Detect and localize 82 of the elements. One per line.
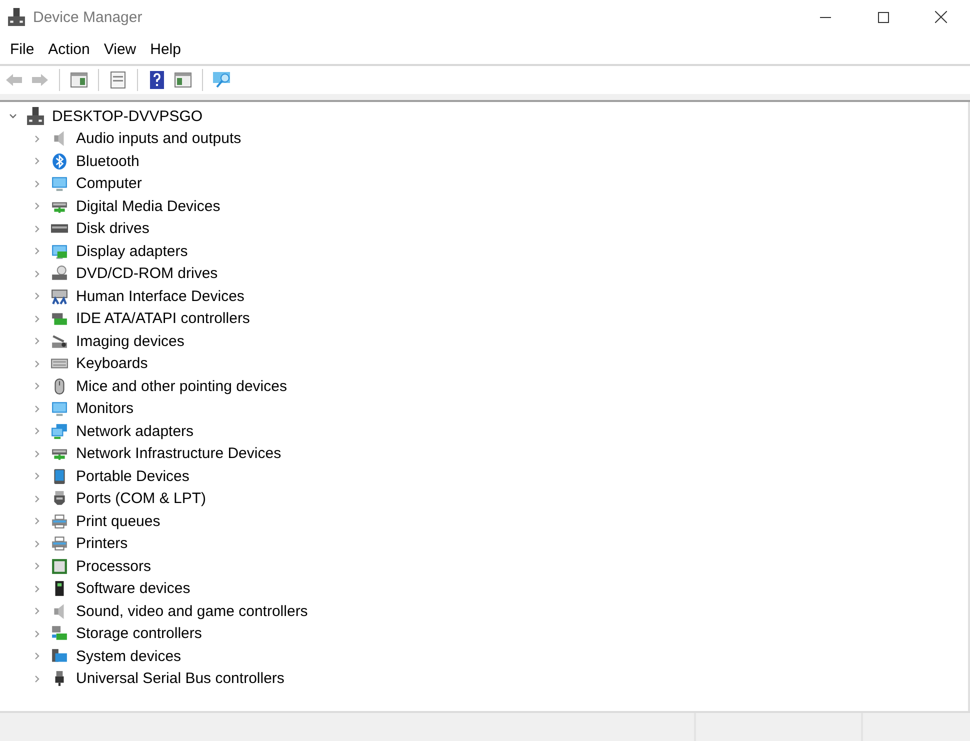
- minimize-icon: [820, 16, 830, 18]
- expand-chevron-icon[interactable]: [32, 516, 42, 526]
- tree-item[interactable]: Keyboards: [76, 355, 148, 372]
- display-adapter-icon: [51, 242, 68, 260]
- expand-chevron-icon[interactable]: [32, 336, 42, 346]
- expand-chevron-icon[interactable]: [32, 674, 42, 684]
- menu-item[interactable]: View: [96, 36, 144, 62]
- tree-item[interactable]: DESKTOP-DVVPSGO: [52, 108, 203, 125]
- expand-chevron-icon[interactable]: [32, 134, 42, 144]
- printer-icon: [51, 535, 68, 552]
- tree-item[interactable]: Audio inputs and outputs: [76, 130, 242, 148]
- port-connector-icon: [51, 490, 68, 508]
- tree-item[interactable]: Imaging devices: [76, 332, 184, 350]
- disc-drive-icon: [51, 265, 68, 282]
- expand-chevron-icon[interactable]: [32, 201, 42, 212]
- pane-toggle-icon: [173, 70, 193, 90]
- expand-chevron-icon[interactable]: [32, 246, 42, 256]
- expand-chevron-icon[interactable]: [32, 291, 42, 302]
- maximize-icon: [878, 12, 888, 22]
- tree-item[interactable]: Print queues: [76, 512, 160, 530]
- circuit-card-icon: [51, 310, 68, 328]
- expand-chevron-icon[interactable]: [32, 404, 42, 414]
- tree-item[interactable]: Printers: [76, 535, 128, 552]
- tree-item[interactable]: Portable Devices: [76, 468, 190, 485]
- close-icon: [935, 11, 947, 23]
- tree-item[interactable]: Mice and other pointing devices: [76, 378, 287, 395]
- tree-item[interactable]: Bluetooth: [76, 152, 140, 170]
- tree-item[interactable]: IDE ATA/ATAPI controllers: [76, 310, 250, 328]
- tree-item[interactable]: Computer: [76, 175, 142, 192]
- storage-controller-icon: [51, 625, 68, 642]
- tree-item[interactable]: Disk drives: [76, 220, 150, 238]
- tree-item[interactable]: Ports (COM & LPT): [76, 490, 206, 508]
- expand-chevron-icon[interactable]: [32, 268, 42, 279]
- expand-chevron-icon[interactable]: [32, 494, 42, 504]
- expand-chevron-icon[interactable]: [32, 606, 42, 616]
- tree-item[interactable]: Display adapters: [76, 242, 188, 260]
- tree-item[interactable]: Storage controllers: [76, 625, 202, 642]
- tree-item[interactable]: Software devices: [76, 580, 190, 598]
- system-folder-icon: [51, 648, 68, 665]
- tree-item[interactable]: Network Infrastructure Devices: [76, 445, 282, 462]
- computer-tower-icon: [8, 8, 25, 26]
- tree-item[interactable]: System devices: [76, 648, 182, 665]
- monitor-icon: [51, 175, 68, 192]
- expand-chevron-icon[interactable]: [32, 426, 42, 436]
- help-icon: [147, 70, 167, 90]
- scan-monitor-icon: [212, 70, 232, 90]
- monitor-icon: [51, 400, 68, 418]
- handheld-icon: [51, 468, 68, 485]
- expand-chevron-icon[interactable]: [32, 651, 42, 662]
- properties-icon: [108, 70, 128, 90]
- pane-toggle-icon: [69, 70, 89, 90]
- expand-chevron-icon[interactable]: [32, 584, 42, 594]
- tree-item[interactable]: Monitors: [76, 400, 134, 418]
- network-monitors-icon: [51, 422, 68, 440]
- keyboard-hand-icon: [51, 288, 68, 305]
- menu-item[interactable]: Action: [41, 36, 97, 62]
- tree-item[interactable]: Sound, video and game controllers: [76, 602, 308, 620]
- expand-chevron-icon[interactable]: [32, 178, 42, 189]
- tree-item[interactable]: Digital Media Devices: [76, 198, 220, 215]
- tree-item[interactable]: Human Interface Devices: [76, 288, 244, 305]
- tree-item[interactable]: Network adapters: [76, 422, 194, 440]
- tree-item[interactable]: Universal Serial Bus controllers: [76, 670, 284, 688]
- menu-item[interactable]: File: [3, 36, 42, 62]
- chip-icon: [51, 558, 68, 575]
- bluetooth-icon: [51, 152, 68, 170]
- window-title: Device Manager: [33, 8, 144, 26]
- computer-tower-icon: [27, 107, 44, 126]
- expand-chevron-icon[interactable]: [32, 358, 42, 369]
- tree-item[interactable]: Processors: [76, 558, 152, 575]
- expand-chevron-icon[interactable]: [32, 561, 42, 572]
- expand-chevron-icon[interactable]: [32, 538, 42, 549]
- expand-chevron-icon[interactable]: [32, 628, 42, 639]
- tree-item[interactable]: DVD/CD-ROM drives: [76, 265, 218, 282]
- expand-chevron-icon[interactable]: [32, 381, 42, 392]
- expand-chevron-icon[interactable]: [32, 314, 42, 324]
- expand-chevron-icon[interactable]: [32, 471, 42, 482]
- expand-chevron-icon[interactable]: [32, 448, 42, 459]
- expand-chevron-icon[interactable]: [32, 156, 42, 166]
- printer-icon: [51, 512, 68, 530]
- expand-chevron-icon[interactable]: [32, 224, 42, 234]
- menu-item[interactable]: Help: [143, 36, 188, 62]
- scanner-icon: [51, 332, 68, 350]
